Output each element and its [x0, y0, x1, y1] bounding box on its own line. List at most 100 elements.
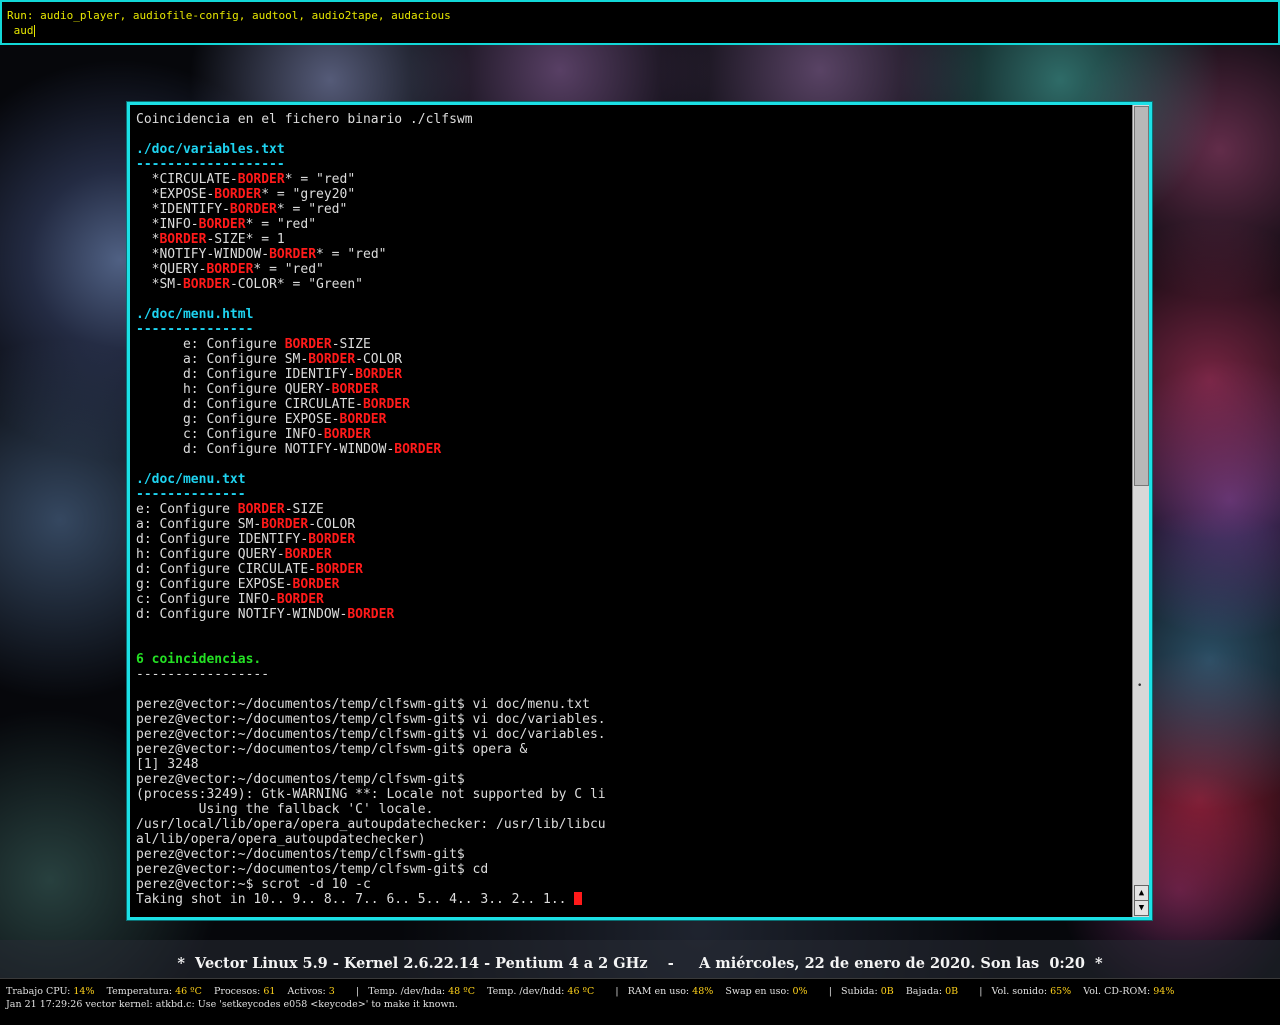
terminal-line: perez@vector:~/documentos/temp/clfswm-gi… [136, 847, 1126, 862]
terminal-line-text: perez@vector:~/documentos/temp/clfswm-gi… [136, 697, 590, 712]
run-completions: Run: audio_player, audiofile-config, aud… [7, 9, 451, 22]
status-label: Trabajo CPU: [6, 986, 74, 997]
match-prefix: h: Configure QUERY- [136, 547, 285, 562]
match-highlight: BORDER [269, 247, 317, 262]
match-prefix: e: Configure [136, 337, 285, 352]
match-prefix: e: Configure [136, 502, 238, 517]
match-highlight: BORDER [237, 502, 285, 517]
match-prefix: d: Configure CIRCULATE- [136, 397, 363, 412]
match-prefix: *EXPOSE- [136, 187, 215, 202]
match-prefix: c: Configure INFO- [136, 427, 324, 442]
terminal-line: h: Configure QUERY-BORDER [136, 382, 1126, 397]
terminal-line-text: perez@vector:~/documentos/temp/clfswm-gi… [136, 862, 489, 877]
match-prefix: *SM- [136, 277, 183, 292]
match-highlight: BORDER [347, 607, 395, 622]
terminal-line-text: al/lib/opera/opera_autoupdatechecker) [136, 832, 426, 847]
status-value: 65% [1050, 986, 1072, 997]
terminal-line-text: Using the fallback 'C' locale. [136, 802, 434, 817]
match-highlight: BORDER [214, 187, 262, 202]
match-prefix: d: Configure IDENTIFY- [136, 532, 309, 547]
terminal-line: h: Configure QUERY-BORDER [136, 547, 1126, 562]
status-separator: | [615, 986, 619, 997]
terminal-line: *IDENTIFY-BORDER* = "red" [136, 202, 1126, 217]
scrollbar-thumb[interactable] [1134, 106, 1149, 486]
terminal-output[interactable]: Coincidencia en el fichero binario ./clf… [136, 112, 1126, 912]
terminal-line: perez@vector:~/documentos/temp/clfswm-gi… [136, 697, 1126, 712]
status-value: 14% [73, 986, 95, 997]
terminal-line: perez@vector:~/documentos/temp/clfswm-gi… [136, 862, 1126, 877]
terminal-line: /usr/local/lib/opera/opera_autoupdateche… [136, 817, 1126, 832]
match-highlight: BORDER [331, 382, 379, 397]
match-suffix: -SIZE* = 1 [206, 232, 285, 247]
match-highlight: BORDER [182, 277, 230, 292]
status-panel: Trabajo CPU: 14% Temperatura: 46 ºC Proc… [0, 978, 1280, 1025]
run-input-value[interactable]: aud [7, 24, 34, 37]
terminal-line: perez@vector:~/documentos/temp/clfswm-gi… [136, 772, 1126, 787]
run-prompt-bar[interactable]: Run: audio_player, audiofile-config, aud… [0, 0, 1280, 45]
status-separator: | [355, 986, 360, 997]
terminal-line: d: Configure IDENTIFY-BORDER [136, 532, 1126, 547]
match-prefix: d: Configure CIRCULATE- [136, 562, 317, 577]
match-highlight: BORDER [261, 517, 309, 532]
match-suffix: * = "red" [245, 217, 317, 232]
terminal-line-text: ----------------- [136, 667, 270, 682]
terminal-line-text: /usr/local/lib/opera/opera_autoupdateche… [136, 817, 606, 832]
terminal-line: d: Configure NOTIFY-WINDOW-BORDER [136, 607, 1126, 622]
match-highlight: BORDER [284, 337, 332, 352]
status-label: Temperatura: [106, 986, 176, 997]
terminal-line: al/lib/opera/opera_autoupdatechecker) [136, 832, 1126, 847]
terminal-line: d: Configure IDENTIFY-BORDER [136, 367, 1126, 382]
terminal-line: c: Configure INFO-BORDER [136, 427, 1126, 442]
system-monitor-line: Trabajo CPU: 14% Temperatura: 46 ºC Proc… [6, 986, 1186, 997]
run-input[interactable]: aud [7, 24, 35, 38]
scroll-down-button[interactable]: ▼ [1134, 900, 1149, 916]
file-header: ./doc/menu.html [136, 307, 254, 322]
match-suffix: * = "grey20" [261, 187, 356, 202]
terminal-line: g: Configure EXPOSE-BORDER [136, 412, 1126, 427]
match-suffix: -COLOR [308, 517, 356, 532]
match-prefix: g: Configure EXPOSE- [136, 412, 340, 427]
terminal-line: g: Configure EXPOSE-BORDER [136, 577, 1126, 592]
terminal-line: --------------- [136, 322, 1126, 337]
match-highlight: BORDER [316, 562, 363, 577]
match-highlight: BORDER [355, 367, 403, 382]
kernel-message: Jan 21 17:29:26 vector kernel: atkbd.c: … [6, 999, 458, 1010]
terminal-line: a: Configure SM-BORDER-COLOR [136, 352, 1126, 367]
status-label: Procesos: [214, 986, 264, 997]
terminal-line: d: Configure CIRCULATE-BORDER [136, 397, 1126, 412]
terminal-line: perez@vector:~/documentos/temp/clfswm-gi… [136, 742, 1126, 757]
status-label: Vol. CD-ROM: [1083, 986, 1154, 997]
status-label: Vol. sonido: [991, 986, 1051, 997]
terminal-line-text: (process:3249): Gtk-WARNING **: Locale n… [136, 787, 606, 802]
terminal-cursor [574, 892, 583, 905]
terminal-line: *SM-BORDER-COLOR* = "Green" [136, 277, 1126, 292]
status-value: 3 [328, 986, 335, 997]
match-suffix: -SIZE [284, 502, 324, 517]
match-prefix: h: Configure QUERY- [136, 382, 332, 397]
match-highlight: BORDER [198, 217, 246, 232]
terminal-line: (process:3249): Gtk-WARNING **: Locale n… [136, 787, 1126, 802]
terminal-line: a: Configure SM-BORDER-COLOR [136, 517, 1126, 532]
file-header-underline: -------------- [136, 487, 246, 502]
match-prefix: *INFO- [136, 217, 199, 232]
match-prefix: d: Configure IDENTIFY- [136, 367, 356, 382]
terminal-window[interactable]: Coincidencia en el fichero binario ./clf… [127, 102, 1152, 920]
terminal-line: perez@vector:~/documentos/temp/clfswm-gi… [136, 727, 1126, 742]
terminal-line: Coincidencia en el fichero binario ./clf… [136, 112, 1126, 127]
terminal-line: -------------- [136, 487, 1126, 502]
terminal-line-text: perez@vector:~/documentos/temp/clfswm-gi… [136, 847, 465, 862]
scroll-up-button[interactable]: ▲ [1134, 885, 1149, 901]
status-value: 0B [945, 986, 959, 997]
file-header-underline: ------------------- [136, 157, 285, 172]
status-value: 48 ºC [448, 986, 475, 997]
match-prefix: g: Configure EXPOSE- [136, 577, 293, 592]
match-prefix: *QUERY- [136, 262, 207, 277]
terminal-line: ------------------- [136, 157, 1126, 172]
match-prefix: c: Configure INFO- [136, 592, 277, 607]
status-label: Bajada: [905, 986, 946, 997]
terminal-line-text: Coincidencia en el fichero binario ./clf… [136, 112, 473, 127]
scrollbar-grip-icon: • [1137, 681, 1143, 691]
terminal-scrollbar[interactable]: • ▲ ▼ [1132, 105, 1149, 917]
